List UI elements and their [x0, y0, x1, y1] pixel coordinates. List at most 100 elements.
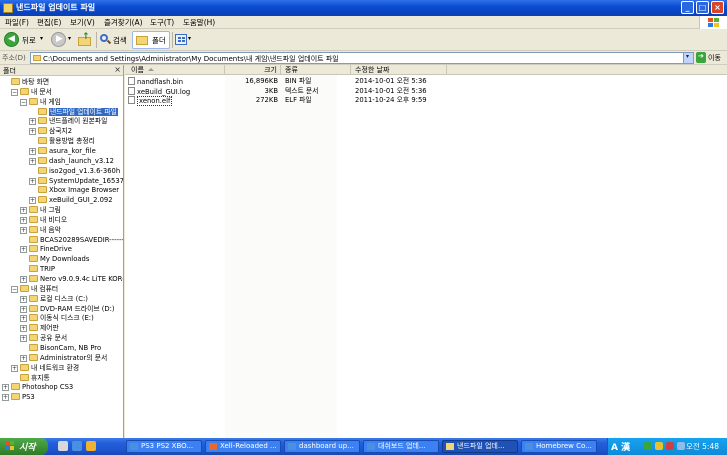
show-desktop-icon[interactable]	[58, 441, 68, 451]
go-arrow-icon[interactable]: ➔	[696, 52, 706, 63]
file-row[interactable]: xenon.elf 272KB ELF 파일 2011-10-24 오후 9:59	[125, 96, 727, 106]
folder-tree-item[interactable]: − 내 문서	[11, 87, 52, 97]
taskbar-button[interactable]: dashboard up...	[284, 440, 360, 453]
expand-icon[interactable]: +	[20, 276, 27, 283]
forward-dropdown-icon[interactable]: ▾	[68, 35, 71, 42]
expand-icon[interactable]: +	[20, 216, 27, 224]
views-dropdown-icon[interactable]: ▾	[188, 35, 191, 42]
title-bar[interactable]: 낸드파일 업데이트 파일 _ □ ×	[0, 0, 727, 16]
go-button-label[interactable]: 이동	[708, 53, 721, 63]
folder-tree-item[interactable]: − 내 게임	[20, 97, 61, 107]
expand-icon[interactable]: +	[20, 305, 27, 313]
folders-button[interactable]: 폴더	[132, 31, 170, 49]
folder-tree-item[interactable]: + Photoshop CS3	[2, 383, 73, 392]
taskbar-button[interactable]: Xell-Reloaded ...	[205, 440, 281, 453]
folder-tree-item[interactable]: + 제어판	[20, 324, 59, 333]
folder-tree-item[interactable]: 활용방법 총정리	[29, 137, 95, 146]
expand-icon[interactable]: +	[20, 207, 27, 215]
address-dropdown-button[interactable]: ▾	[683, 53, 693, 63]
expand-icon[interactable]: +	[2, 394, 9, 402]
folder-tree-item[interactable]: + asura_kor_file	[29, 146, 96, 156]
menu-favorites[interactable]: 즐겨찾기(A)	[104, 17, 143, 28]
tray-app-icon[interactable]	[677, 442, 685, 450]
file-row[interactable]: nandflash.bin 16,896KB BIN 파일 2014-10-01 오전…	[125, 77, 727, 86]
folder-tree-item[interactable]: + 삼국지2	[29, 127, 72, 136]
expand-icon[interactable]: +	[20, 354, 27, 362]
column-modified[interactable]: 수정한 날짜	[351, 65, 447, 75]
expand-icon[interactable]: +	[29, 118, 36, 126]
expand-icon[interactable]: +	[29, 147, 36, 155]
folder-tree-item[interactable]: + 내 비디오	[20, 215, 67, 225]
folder-tree-item[interactable]: iso2god_v1.3.6-360h	[29, 166, 120, 176]
taskbar-button[interactable]: PS3 PS2 XBO...	[126, 440, 202, 453]
expand-icon[interactable]: +	[29, 128, 36, 136]
ime-indicator[interactable]: A 漢	[611, 440, 630, 453]
expand-icon[interactable]: +	[20, 325, 27, 333]
folder-tree-item[interactable]: + 이동식 디스크 (E:)	[20, 314, 94, 323]
taskbar-button[interactable]: 낸드파일 업데...	[442, 440, 518, 453]
folder-tree-item[interactable]: 낸드파일 업데이트 파일	[29, 107, 118, 117]
menu-view[interactable]: 보기(V)	[70, 17, 95, 28]
volume-icon[interactable]	[655, 442, 663, 450]
close-button[interactable]: ×	[711, 1, 724, 14]
minimize-button[interactable]: _	[681, 1, 694, 14]
folder-tree-item[interactable]: + xeBuild_GUI_2.092	[29, 196, 113, 205]
folder-tree-item[interactable]: + 내 음악	[20, 225, 61, 235]
file-row[interactable]: xeBuild_GUI.log 3KB 텍스트 문서 2014-10-01 오전 5:…	[125, 86, 727, 96]
folder-tree-item[interactable]: BisonCam, NB Pro	[20, 343, 101, 353]
back-arrow-icon[interactable]: ◀	[4, 32, 19, 47]
folder-tree-item[interactable]: + 낸드플레이 원본파일	[29, 117, 107, 126]
column-type[interactable]: 종류	[281, 65, 351, 75]
expand-icon[interactable]: +	[20, 295, 27, 303]
expand-icon[interactable]: +	[29, 197, 36, 205]
search-icon[interactable]	[100, 34, 112, 45]
folder-tree-item[interactable]: 휴지통	[11, 373, 50, 383]
collapse-icon[interactable]: −	[11, 88, 18, 96]
folder-tree-item[interactable]: Xbox Image Browser	[29, 186, 119, 195]
menu-tools[interactable]: 도구(T)	[150, 17, 174, 28]
folder-tree-item[interactable]: + SystemUpdate_16537_USB	[29, 176, 123, 186]
folder-tree-item[interactable]: + 공유 문서	[20, 334, 67, 343]
folder-tree-item[interactable]: + 내 네트워크 환경	[11, 363, 79, 373]
internet-explorer-icon[interactable]	[72, 441, 82, 451]
start-button[interactable]: 시작	[0, 438, 48, 455]
collapse-icon[interactable]: −	[20, 98, 27, 106]
expand-icon[interactable]: +	[29, 177, 36, 185]
folder-tree-item[interactable]: + Nero v9.0.9.4c LiTE KOR-ENG	[20, 275, 123, 284]
up-folder-icon[interactable]: ↑	[78, 33, 92, 46]
back-dropdown-icon[interactable]: ▾	[40, 35, 43, 42]
expand-icon[interactable]: +	[20, 315, 27, 323]
expand-icon[interactable]: +	[20, 226, 27, 234]
expand-icon[interactable]: +	[20, 246, 27, 254]
menu-help[interactable]: 도움말(H)	[183, 17, 215, 28]
folder-tree-item[interactable]: + PS3	[2, 393, 35, 402]
folder-tree-item[interactable]: My Downloads	[20, 255, 89, 264]
folder-tree-item[interactable]: TRIP	[20, 265, 55, 274]
views-icon[interactable]	[175, 34, 187, 45]
search-button-label[interactable]: 검색	[113, 35, 127, 46]
menu-file[interactable]: 파일(F)	[5, 17, 29, 28]
folder-tree-item[interactable]: − 내 컴퓨터	[11, 284, 58, 294]
menu-edit[interactable]: 편집(E)	[37, 17, 61, 28]
column-size[interactable]: 크기	[225, 65, 281, 75]
folder-tree-item[interactable]: + dash_launch_v3.12	[29, 156, 114, 166]
folder-tree-item[interactable]: + FineDrive	[20, 245, 72, 254]
taskbar-button[interactable]: 대쉬보드 업데...	[363, 440, 439, 453]
folder-tree-item[interactable]: + DVD-RAM 드라이브 (D:)	[20, 304, 115, 314]
forward-arrow-icon[interactable]: ▶	[51, 32, 66, 47]
folder-tree-item[interactable]: 바탕 화면	[2, 78, 49, 87]
expand-icon[interactable]: +	[11, 364, 18, 372]
folder-tree-item[interactable]: BCAS20289SAVEDIR----------	[20, 235, 123, 245]
maximize-button[interactable]: □	[696, 1, 709, 14]
expand-icon[interactable]: +	[2, 384, 9, 392]
address-input[interactable]: C:\Documents and Settings\Administrator\…	[30, 52, 694, 64]
security-icon[interactable]	[666, 442, 674, 450]
folder-tree-item[interactable]: + 내 그림	[20, 206, 61, 215]
network-icon[interactable]	[644, 442, 652, 450]
collapse-icon[interactable]: −	[11, 285, 18, 293]
close-icon[interactable]: ×	[114, 65, 121, 74]
messenger-icon[interactable]	[86, 441, 96, 451]
taskbar-button[interactable]: Homebrew Co...	[521, 440, 597, 453]
back-button-label[interactable]: 뒤로	[22, 35, 36, 46]
expand-icon[interactable]: +	[29, 157, 36, 165]
